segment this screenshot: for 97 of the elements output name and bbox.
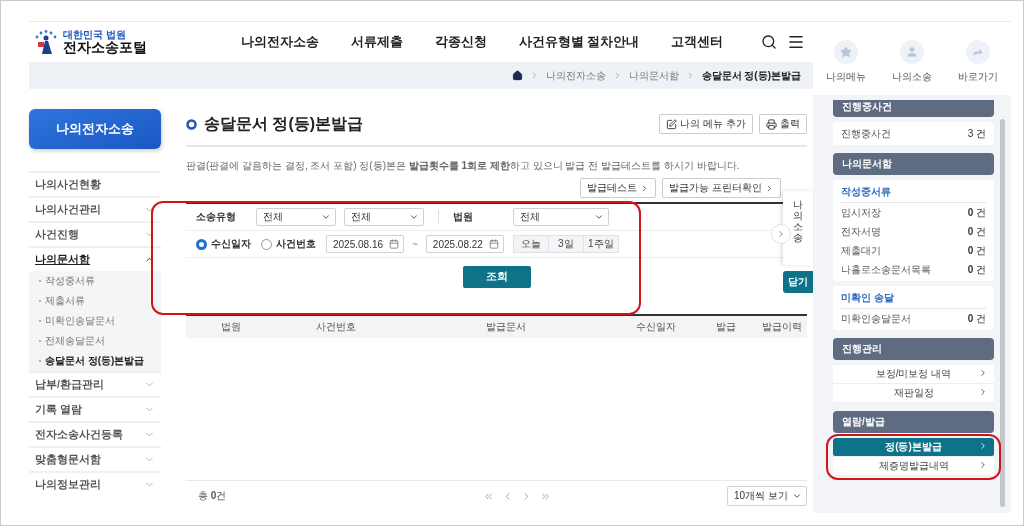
count-label: 나홀로소송문서목록: [841, 262, 931, 277]
sidebar-item[interactable]: 납부/환급관리: [29, 371, 161, 396]
nav-item[interactable]: 사건유형별 절차안내: [519, 33, 640, 51]
home-icon[interactable]: [511, 70, 523, 81]
range-button[interactable]: 1주일: [582, 235, 619, 253]
column-header: 사건번호: [315, 320, 357, 334]
sidebar-item[interactable]: 사건진행: [29, 221, 161, 246]
submenu-item[interactable]: 작성중서류: [29, 271, 161, 291]
count-value: 0 건: [967, 243, 986, 258]
printer-icon: [766, 118, 777, 130]
radio-option[interactable]: 사건번호: [261, 237, 316, 251]
section-header: 열람/발급: [833, 411, 994, 433]
count-value: 0 건: [967, 262, 986, 277]
range-button[interactable]: 오늘: [512, 235, 549, 253]
sidebar-item[interactable]: 나의사건현황: [29, 171, 161, 196]
notice-text: 판결(판결에 갈음하는 결정, 조서 포함) 정(등)본은 발급횟수를 1회로 제한하고 있으니 발급 전 발급테스트를 하시기 바랍니다.: [186, 159, 741, 172]
sidebar-item[interactable]: 전자소송사건등록: [29, 421, 161, 446]
count-value: 0 건: [967, 224, 986, 239]
nav-item[interactable]: 각종신청: [435, 33, 487, 51]
quick-menu-item[interactable]: 나의소송: [892, 40, 932, 95]
range-separator: ~: [412, 238, 418, 250]
count-value: 3 건: [967, 126, 986, 141]
search-icon[interactable]: [761, 34, 777, 50]
count-label: 임시저장: [841, 205, 881, 220]
forward-arrow-icon: [972, 46, 984, 58]
submenu-item[interactable]: 송달문서 정(등)본발급: [29, 351, 161, 371]
sidebar-item[interactable]: 기록 열람: [29, 396, 161, 421]
column-header: 수신일자: [635, 320, 677, 334]
logo-drawing: [33, 29, 59, 55]
chevron-down-icon: [321, 212, 331, 222]
nav-item[interactable]: 나의전자소송: [241, 33, 319, 51]
tool-button[interactable]: 발급가능 프린터확인: [662, 178, 781, 198]
chevron-down-icon: [409, 212, 419, 222]
count-value: 0 건: [967, 205, 986, 220]
submenu-item[interactable]: 미확인송달문서: [29, 311, 161, 331]
menu-title-button[interactable]: 나의전자소송: [29, 109, 161, 149]
breadcrumb-link[interactable]: 송달문서 정(등)본발급: [701, 68, 801, 83]
chevron-down-icon: [594, 212, 604, 222]
chevron-icon: [765, 183, 774, 193]
close-button[interactable]: 닫기: [783, 271, 813, 293]
dropdown[interactable]: 전체: [344, 208, 424, 226]
calendar-icon: [389, 239, 399, 249]
action-button[interactable]: 나의 메뉴 추가: [659, 114, 753, 134]
count-label: 진행중사건: [841, 126, 891, 141]
quick-menu-item[interactable]: 나의메뉴: [826, 40, 866, 95]
card-heading: 미확인 송달: [841, 288, 986, 309]
count-label: 미확인송달문서: [841, 311, 911, 326]
dropdown[interactable]: 전체: [513, 208, 609, 226]
nav-item[interactable]: 고객센터: [671, 33, 724, 51]
search-button[interactable]: 조회: [462, 266, 531, 288]
radio-option[interactable]: 수신일자: [196, 237, 251, 251]
section-header: 진행관리: [833, 338, 994, 360]
panel-link[interactable]: 제증명발급내역: [833, 457, 994, 476]
section-header: 나의문서함: [833, 153, 994, 175]
sidebar-item[interactable]: 나의사건관리: [29, 196, 161, 221]
side-tab[interactable]: 나의소송: [783, 191, 813, 265]
total-count: 총 0건: [198, 489, 227, 503]
count-label: 전자서명: [841, 224, 881, 239]
menu-icon[interactable]: [787, 33, 805, 51]
column-header: 발급문서: [485, 320, 527, 334]
sidebar-item[interactable]: 나의정보관리: [29, 471, 161, 496]
card-heading: 작성중서류: [841, 182, 986, 203]
logo-subtitle: 대한민국 법원: [63, 28, 127, 40]
dropdown[interactable]: 전체: [256, 208, 336, 226]
field-label: 소송유형: [196, 210, 237, 224]
breadcrumb-link[interactable]: 나의전자소송: [545, 68, 606, 83]
nav-item[interactable]: 서류제출: [351, 33, 403, 51]
action-button[interactable]: 출력: [759, 114, 807, 134]
page-size-dropdown[interactable]: 10개씩 보기: [727, 486, 807, 506]
tool-button[interactable]: 발급테스트: [580, 178, 657, 198]
section-header: 진행중사건: [833, 100, 994, 117]
count-label: 제출대기: [841, 243, 881, 258]
chevron-down-icon: [792, 491, 802, 501]
column-header: 발급: [715, 320, 737, 334]
field-label: 법원: [453, 210, 474, 224]
star-icon: [840, 46, 852, 58]
date-field[interactable]: 2025.08.16: [326, 235, 404, 253]
panel-link[interactable]: 재판일정: [833, 384, 994, 403]
calendar-icon: [488, 239, 499, 249]
page-title: 송달문서 정(등)본발급: [204, 113, 364, 134]
count-value: 0 건: [967, 311, 986, 326]
chevron-icon[interactable]: [771, 224, 791, 244]
logo-title: 전자소송포털: [63, 39, 147, 56]
submenu-item[interactable]: 제출서류: [29, 291, 161, 311]
panel-link[interactable]: 정(등)본발급: [833, 438, 994, 457]
column-header: 법원: [220, 320, 242, 334]
column-header: 발급이력: [760, 320, 803, 334]
quick-menu-item[interactable]: 바로가기: [958, 40, 998, 95]
panel-link[interactable]: 보정/미보정 내역: [833, 365, 994, 384]
edit-icon: [666, 118, 678, 130]
range-button[interactable]: 3일: [547, 235, 584, 253]
submenu-item[interactable]: 전체송달문서: [29, 331, 161, 351]
user-icon: [906, 46, 918, 58]
ring-icon: [186, 118, 197, 130]
date-field[interactable]: 2025.08.22: [425, 235, 504, 253]
breadcrumb-link[interactable]: 나의문서함: [628, 68, 679, 83]
sidebar-item[interactable]: 맞춤형문서함: [29, 446, 161, 471]
